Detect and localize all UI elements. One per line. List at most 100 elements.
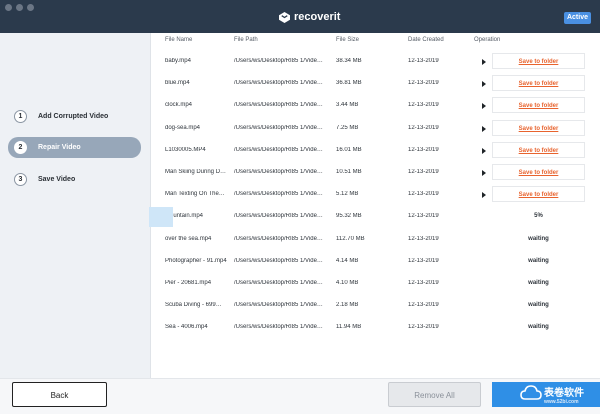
save-to-folder-button[interactable]: Save to folder bbox=[492, 75, 585, 92]
file-name-cell: mountain.mp4 bbox=[165, 213, 204, 220]
watermark-url: www.52bi.com bbox=[544, 399, 579, 405]
date-created-cell: 12-13-2019 bbox=[408, 213, 439, 220]
file-size-cell: 10.51 MB bbox=[336, 169, 362, 175]
title-bar: recoverit Active bbox=[0, 0, 600, 33]
table-row[interactable]: Man Skiing During D… /Users/ws/Desktop/RI… bbox=[151, 161, 600, 183]
play-icon[interactable] bbox=[482, 81, 486, 88]
save-to-folder-button[interactable]: Save to folder bbox=[492, 164, 585, 180]
date-created-cell: 12-13-2019 bbox=[408, 302, 439, 309]
step-repair-video[interactable]: 2 Repair Video bbox=[8, 137, 141, 158]
table-row[interactable]: Pier - 20681.mp4/Users/ws/Desktop/RI85 1… bbox=[151, 272, 600, 294]
column-header-file-path[interactable]: File Path bbox=[234, 37, 258, 43]
table-row[interactable]: Man Texting On The… /Users/ws/Desktop/RI8… bbox=[151, 183, 600, 205]
date-created-cell: 12-13-2019 bbox=[408, 80, 439, 87]
file-size-cell: 4.14 MB bbox=[336, 257, 359, 264]
date-created-cell: 12-13-2019 bbox=[408, 235, 439, 242]
file-path-cell: /Users/ws/Desktop/RI85 1/Vide… bbox=[234, 302, 323, 309]
save-to-folder-button[interactable]: Save to folder bbox=[492, 97, 585, 114]
table-row[interactable]: mountain.mp4/Users/ws/Desktop/RI85 1/Vid… bbox=[151, 205, 600, 227]
date-created-cell: 12-13-2019 bbox=[408, 124, 439, 131]
table-row[interactable]: Photographer - 91.mp4/Users/ws/Desktop/R… bbox=[151, 250, 600, 272]
step-number-badge: 3 bbox=[14, 173, 27, 186]
repair-status-text: waiting bbox=[528, 257, 549, 264]
window-close-dot[interactable] bbox=[5, 4, 12, 11]
file-path-cell: /Users/ws/Desktop/RI85 1/Vide… bbox=[234, 169, 323, 175]
column-header-date-created[interactable]: Date Created bbox=[408, 37, 444, 43]
file-size-cell: 3.44 MB bbox=[336, 102, 359, 109]
file-path-cell: /Users/ws/Desktop/RI85 1/Vide… bbox=[234, 213, 323, 220]
date-created-cell: 12-13-2019 bbox=[408, 169, 439, 175]
file-size-cell: 2.18 MB bbox=[336, 302, 359, 309]
file-name-cell: Pier - 20681.mp4 bbox=[165, 280, 212, 286]
remove-all-button[interactable]: Remove All bbox=[388, 382, 481, 407]
date-created-cell: 12-13-2019 bbox=[408, 191, 439, 198]
step-label: Repair Video bbox=[38, 144, 81, 151]
table-row[interactable]: over the sea.mp4/Users/ws/Desktop/RI85 1… bbox=[151, 228, 600, 250]
save-to-folder-button[interactable]: Save to folder bbox=[492, 53, 585, 69]
play-icon[interactable] bbox=[482, 147, 486, 154]
window-zoom-dot[interactable] bbox=[27, 4, 34, 11]
save-to-folder-button[interactable]: Save to folder bbox=[492, 119, 585, 136]
step-label: Add Corrupted Video bbox=[38, 113, 109, 120]
save-to-folder-button[interactable]: Save to folder bbox=[492, 186, 585, 203]
column-header-operation: Operation bbox=[474, 37, 501, 43]
play-icon[interactable] bbox=[482, 103, 486, 110]
file-path-cell: /Users/ws/Desktop/RI85 1/Vide… bbox=[234, 280, 323, 286]
file-path-cell: /Users/ws/Desktop/RI85 1/Vide… bbox=[234, 235, 323, 242]
file-size-cell: 112.70 MB bbox=[336, 235, 365, 242]
file-name-cell: Man Texting On The… bbox=[165, 191, 225, 198]
table-row[interactable]: baby.mp4/Users/ws/Desktop/RI85 1/Vide… 38… bbox=[151, 50, 600, 72]
file-path-cell: /Users/ws/Desktop/RI85 1/Vide… bbox=[234, 124, 323, 131]
file-name-cell: dog-sea.mp4 bbox=[165, 124, 201, 131]
table-row[interactable]: L1030005.MP4/Users/ws/Desktop/RI85 1/Vid… bbox=[151, 139, 600, 161]
file-size-cell: 38.34 MB bbox=[336, 58, 362, 64]
file-name-cell: Man Skiing During D… bbox=[165, 169, 227, 175]
file-name-cell: over the sea.mp4 bbox=[165, 235, 212, 242]
file-size-cell: 16.01 MB bbox=[336, 146, 362, 153]
table-row[interactable]: blue.mp4/Users/ws/Desktop/RI85 1/Vide… 36… bbox=[151, 72, 600, 94]
table-row[interactable]: dog-sea.mp4/Users/ws/Desktop/RI85 1/Vide… bbox=[151, 117, 600, 139]
repair-status-text: waiting bbox=[528, 235, 549, 242]
file-table: File Name File Path File Size Date Creat… bbox=[151, 33, 600, 378]
step-label: Save Video bbox=[38, 176, 76, 183]
column-header-file-size[interactable]: File Size bbox=[336, 37, 359, 43]
step-number-badge: 2 bbox=[14, 141, 27, 154]
file-path-cell: /Users/ws/Desktop/RI85 1/Vide… bbox=[234, 102, 323, 109]
play-icon[interactable] bbox=[482, 192, 486, 199]
watermark: 表卷软件 www.52bi.com bbox=[520, 381, 600, 411]
play-icon[interactable] bbox=[482, 170, 486, 176]
repair-status-text: waiting bbox=[528, 302, 549, 309]
play-icon[interactable] bbox=[482, 125, 486, 132]
date-created-cell: 12-13-2019 bbox=[408, 58, 439, 64]
step-add-corrupted-video[interactable]: 1 Add Corrupted Video bbox=[8, 106, 141, 127]
table-row[interactable]: clock.mp4/Users/ws/Desktop/RI85 1/Vide… 3… bbox=[151, 94, 600, 116]
save-to-folder-button[interactable]: Save to folder bbox=[492, 141, 585, 158]
file-size-cell: 95.32 MB bbox=[336, 213, 362, 220]
recoverit-logo-icon bbox=[279, 11, 290, 23]
file-size-cell: 5.12 MB bbox=[336, 191, 359, 198]
step-save-video[interactable]: 3 Save Video bbox=[8, 169, 141, 190]
table-row[interactable]: Sea - 4006.mp4/Users/ws/Desktop/RI85 1/V… bbox=[151, 316, 600, 338]
play-icon[interactable] bbox=[482, 59, 486, 65]
file-name-cell: Photographer - 91.mp4 bbox=[165, 257, 227, 264]
file-name-cell: L1030005.MP4 bbox=[165, 146, 206, 153]
back-button[interactable]: Back bbox=[12, 382, 107, 407]
file-size-cell: 11.94 MB bbox=[336, 324, 362, 331]
footer-bar: Back Remove All bbox=[0, 378, 600, 414]
column-header-file-name[interactable]: File Name bbox=[165, 37, 192, 43]
file-name-cell: Scuba Diving - 699… bbox=[165, 302, 222, 309]
window-minimize-dot[interactable] bbox=[16, 4, 23, 11]
table-row[interactable]: Scuba Diving - 699… /Users/ws/Desktop/RI8… bbox=[151, 294, 600, 316]
repair-status-text: waiting bbox=[528, 324, 549, 331]
row-selection-highlight bbox=[149, 207, 173, 227]
cloud-icon bbox=[520, 385, 542, 400]
file-path-cell: /Users/ws/Desktop/RI85 1/Vide… bbox=[234, 146, 323, 153]
repair-status-text: 5% bbox=[534, 213, 543, 220]
file-name-cell: Sea - 4006.mp4 bbox=[165, 324, 208, 331]
step-number-badge: 1 bbox=[14, 110, 27, 123]
license-badge[interactable]: Active bbox=[564, 12, 591, 24]
repair-status-text: waiting bbox=[528, 280, 549, 286]
app-logo-text: recoverit bbox=[294, 11, 341, 23]
file-size-cell: 36.81 MB bbox=[336, 80, 362, 87]
date-created-cell: 12-13-2019 bbox=[408, 146, 439, 153]
